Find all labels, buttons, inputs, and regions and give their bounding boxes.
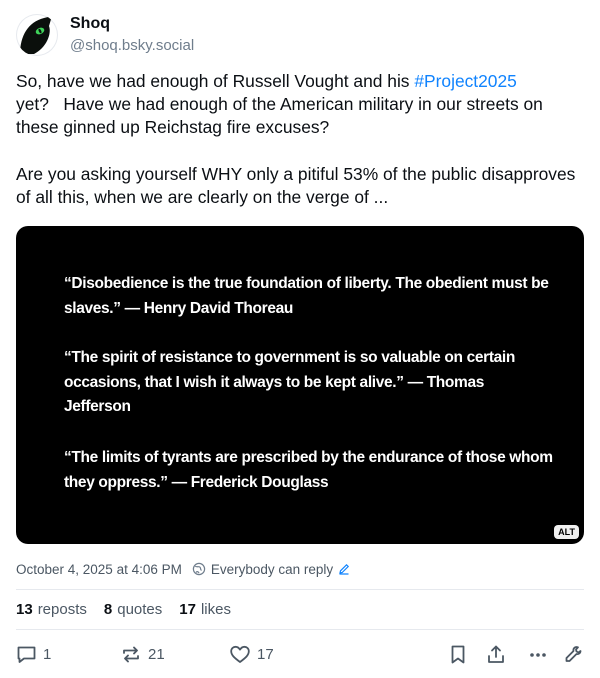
share-icon: [488, 645, 504, 663]
heart-icon: [230, 645, 250, 663]
reply-count: 1: [43, 645, 52, 663]
quotes-stat[interactable]: 8 quotes: [104, 601, 162, 618]
post-meta: October 4, 2025 at 4:06 PM Everybody can…: [16, 559, 350, 579]
globe-icon: [192, 562, 206, 576]
hashtag-link[interactable]: #Project2025: [414, 71, 516, 91]
more-dots-icon: [530, 652, 546, 657]
black-cat-avatar-icon: [20, 16, 52, 54]
likes-count: 17: [179, 600, 196, 618]
bookmark-button[interactable]: [448, 642, 468, 666]
repost-count: 21: [148, 645, 165, 663]
like-count: 17: [257, 645, 274, 663]
reply-setting[interactable]: Everybody can reply: [211, 562, 333, 577]
post-header: Shoq @shoq.bsky.social: [16, 12, 584, 60]
more-options-button[interactable]: [528, 642, 548, 666]
pencil-icon[interactable]: [338, 563, 350, 575]
post-text: So, have we had enough of Russell Vought…: [16, 70, 586, 209]
reposts-count: 13: [16, 600, 33, 618]
share-button[interactable]: [486, 642, 506, 666]
alt-badge[interactable]: ALT: [554, 525, 579, 539]
reply-button[interactable]: 1: [16, 642, 51, 666]
author-handle[interactable]: @shoq.bsky.social: [70, 37, 194, 54]
quotes-label: quotes: [117, 600, 163, 618]
quote-image[interactable]: “Disobedience is the true foundation of …: [16, 226, 584, 544]
repost-button[interactable]: 21: [120, 642, 165, 666]
action-bar: 1 21 17: [16, 642, 584, 666]
bookmark-icon: [451, 645, 465, 663]
post-text-part-2: yet? Have we had enough of the American …: [16, 94, 576, 208]
likes-label: likes: [200, 600, 231, 618]
post-text-part-1: So, have we had enough of Russell Vought…: [16, 71, 415, 91]
likes-stat[interactable]: 17 likes: [179, 601, 231, 618]
divider: [16, 589, 584, 590]
quote-thoreau: “Disobedience is the true foundation of …: [64, 275, 549, 317]
divider: [16, 629, 584, 630]
reply-icon: [17, 646, 36, 663]
reposts-label: reposts: [37, 600, 87, 618]
wrench-icon: [565, 645, 582, 662]
post-timestamp[interactable]: October 4, 2025 at 4:06 PM: [16, 562, 182, 577]
quotes-count: 8: [103, 600, 113, 618]
avatar[interactable]: [16, 14, 58, 56]
repost-icon: [123, 646, 139, 662]
quote-douglass: “The limits of tyrants are prescribed by…: [64, 449, 553, 491]
reposts-stat[interactable]: 13 reposts: [16, 601, 87, 618]
tools-button[interactable]: [564, 642, 584, 666]
engagement-stats: 13 reposts 8 quotes 17 likes: [16, 599, 248, 619]
quote-jefferson: “The spirit of resistance to government …: [64, 349, 515, 415]
author-display-name[interactable]: Shoq: [70, 15, 110, 33]
like-button[interactable]: 17: [229, 642, 274, 666]
